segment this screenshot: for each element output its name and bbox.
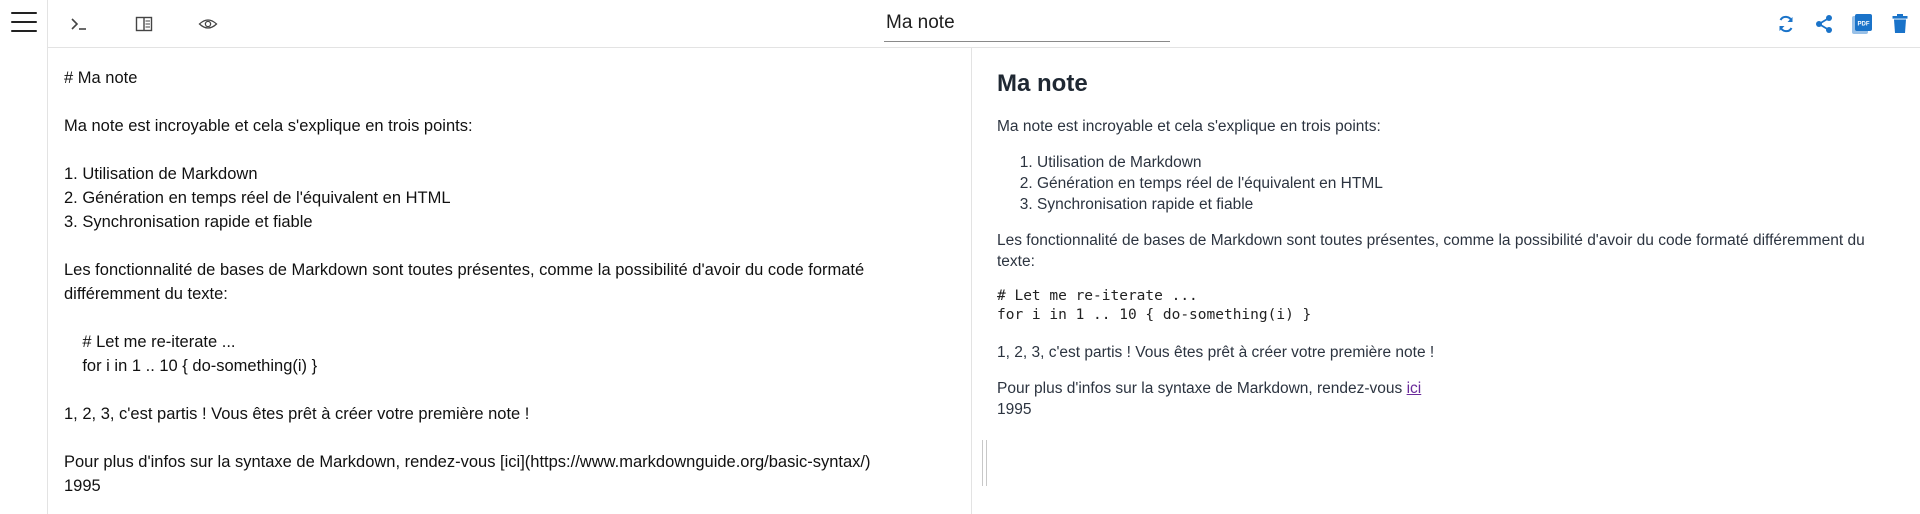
preview-ready: 1, 2, 3, c'est partis ! Vous êtes prêt à… [997,344,1435,361]
note-title-field[interactable] [884,6,1170,42]
list-item: Génération en temps réel de l'équivalent… [1037,173,1896,194]
editor-line: # Ma note [64,69,138,87]
editor-line: Pour plus d'infos sur la syntaxe de Mark… [64,453,871,471]
markdown-guide-link[interactable]: ici [1407,380,1422,397]
pdf-icon[interactable]: PDF [1848,10,1876,38]
list-item: Synchronisation rapide et fiable [1037,194,1896,215]
editor-line: Ma note est incroyable et cela s'expliqu… [64,117,473,135]
editor-line: for i in 1 .. 10 { do-something(i) } [64,357,318,375]
preview-features: Les fonctionnalité de bases de Markdown … [997,232,1865,270]
editor-line: 3. Synchronisation rapide et fiable [64,213,313,231]
split-view-icon[interactable] [130,10,158,38]
more-info-text: Pour plus d'infos sur la syntaxe de Mark… [997,380,1407,397]
editor-line: 1, 2, 3, c'est partis ! Vous êtes prêt à… [64,405,530,423]
eye-icon[interactable] [194,10,222,38]
pdf-icon-label: PDF [1858,21,1870,27]
share-icon[interactable] [1810,10,1838,38]
code-line: # Let me re-iterate ... [997,288,1198,304]
preview-year: 1995 [997,401,1032,418]
hamburger-menu-icon[interactable] [11,12,37,32]
sync-icon[interactable] [1772,10,1800,38]
editor-line: Les fonctionnalité de bases de Markdown … [64,261,865,279]
preview-heading: Ma note [997,70,1088,97]
code-line: for i in 1 .. 10 { do-something(i) } [997,307,1312,323]
editor-line: différemment du texte: [64,285,228,303]
top-toolbar: PDF [48,0,1920,48]
list-item: Utilisation de Markdown [1037,152,1896,173]
terminal-prompt-icon[interactable] [65,10,93,38]
preview-code-block: # Let me re-iterate ... for i in 1 .. 10… [997,287,1896,325]
preview-more-info: Pour plus d'infos sur la syntaxe de Mark… [997,378,1896,399]
editor-line: # Let me re-iterate ... [64,333,236,351]
editor-line: 1995 [64,477,101,495]
html-preview: Ma note Ma note est incroyable et cela s… [973,48,1920,514]
editor-line: 2. Génération en temps réel de l'équival… [64,189,451,207]
preview-list: Utilisation de Markdown Génération en te… [997,152,1896,215]
markdown-editor[interactable]: # Ma note Ma note est incroyable et cela… [48,48,972,514]
editor-line: 1. Utilisation de Markdown [64,165,258,183]
note-title-input[interactable] [884,6,1170,40]
preview-intro: Ma note est incroyable et cela s'expliqu… [997,118,1381,135]
left-rail [0,0,48,514]
trash-icon[interactable] [1886,10,1914,38]
